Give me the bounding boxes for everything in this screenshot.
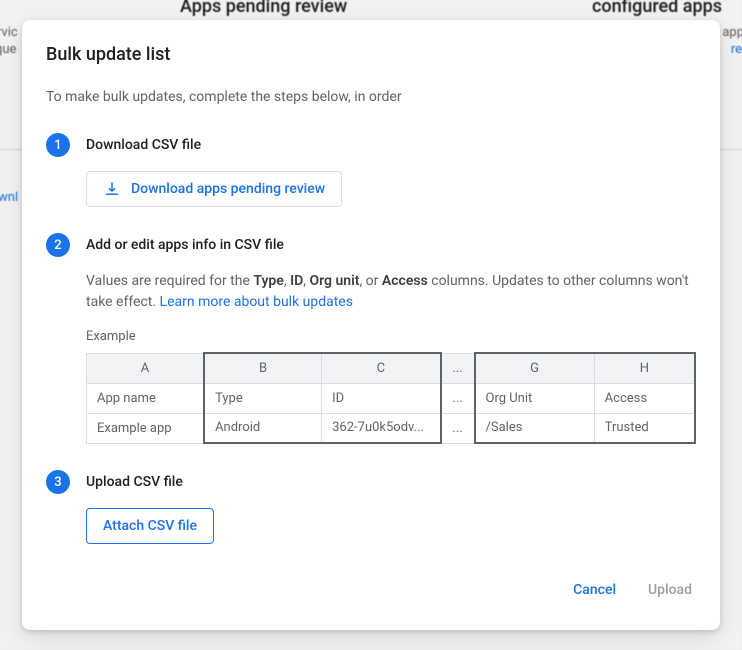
- col-header: G: [475, 353, 595, 383]
- table-cell: 362-7u0k5odv...: [322, 413, 441, 443]
- step-number-badge: 3: [46, 470, 70, 494]
- table-cell: ...: [441, 383, 475, 413]
- col-header: ...: [441, 353, 475, 383]
- table-cell: ID: [322, 383, 441, 413]
- attach-csv-button-label: Attach CSV file: [103, 518, 197, 534]
- attach-csv-button[interactable]: Attach CSV file: [86, 508, 214, 544]
- table-cell: App name: [87, 383, 205, 413]
- step-3: 3 Upload CSV file Attach CSV file: [46, 470, 696, 544]
- col-header: A: [87, 353, 205, 383]
- table-cell: ...: [441, 413, 475, 443]
- step-1-title: Download CSV file: [86, 133, 696, 157]
- step-2: 2 Add or edit apps info in CSV file Valu…: [46, 233, 696, 444]
- bulk-update-modal: Bulk update list To make bulk updates, c…: [22, 20, 720, 630]
- col-header: B: [204, 353, 322, 383]
- step-number-badge: 2: [46, 233, 70, 257]
- col-header: H: [594, 353, 695, 383]
- table-row: Example app Android 362-7u0k5odv... ... …: [87, 413, 696, 443]
- table-cell: Type: [204, 383, 322, 413]
- table-cell: Android: [204, 413, 322, 443]
- modal-footer: Cancel Upload: [46, 564, 696, 606]
- col-header: C: [322, 353, 441, 383]
- step-1: 1 Download CSV file Download apps pendin…: [46, 133, 696, 207]
- table-cell: /Sales: [475, 413, 595, 443]
- table-cell: Org Unit: [475, 383, 595, 413]
- download-icon: [103, 180, 121, 198]
- step-3-title: Upload CSV file: [86, 470, 696, 494]
- example-table: A B C ... G H App name Type ID ... Org U…: [86, 352, 696, 444]
- table-cell: Access: [594, 383, 695, 413]
- cancel-button[interactable]: Cancel: [569, 574, 620, 606]
- download-csv-button[interactable]: Download apps pending review: [86, 171, 342, 207]
- table-cell: Trusted: [594, 413, 695, 443]
- download-csv-button-label: Download apps pending review: [131, 181, 325, 197]
- upload-button[interactable]: Upload: [644, 574, 696, 606]
- table-cell: Example app: [87, 413, 205, 443]
- learn-more-link[interactable]: Learn more about bulk updates: [160, 294, 353, 310]
- step-2-description: Values are required for the Type, ID, Or…: [86, 271, 696, 313]
- modal-intro: To make bulk updates, complete the steps…: [46, 89, 696, 105]
- step-2-title: Add or edit apps info in CSV file: [86, 233, 696, 257]
- step-number-badge: 1: [46, 133, 70, 157]
- modal-title: Bulk update list: [46, 44, 696, 65]
- example-label: Example: [86, 329, 696, 344]
- table-header-row: A B C ... G H: [87, 353, 696, 383]
- table-row: App name Type ID ... Org Unit Access: [87, 383, 696, 413]
